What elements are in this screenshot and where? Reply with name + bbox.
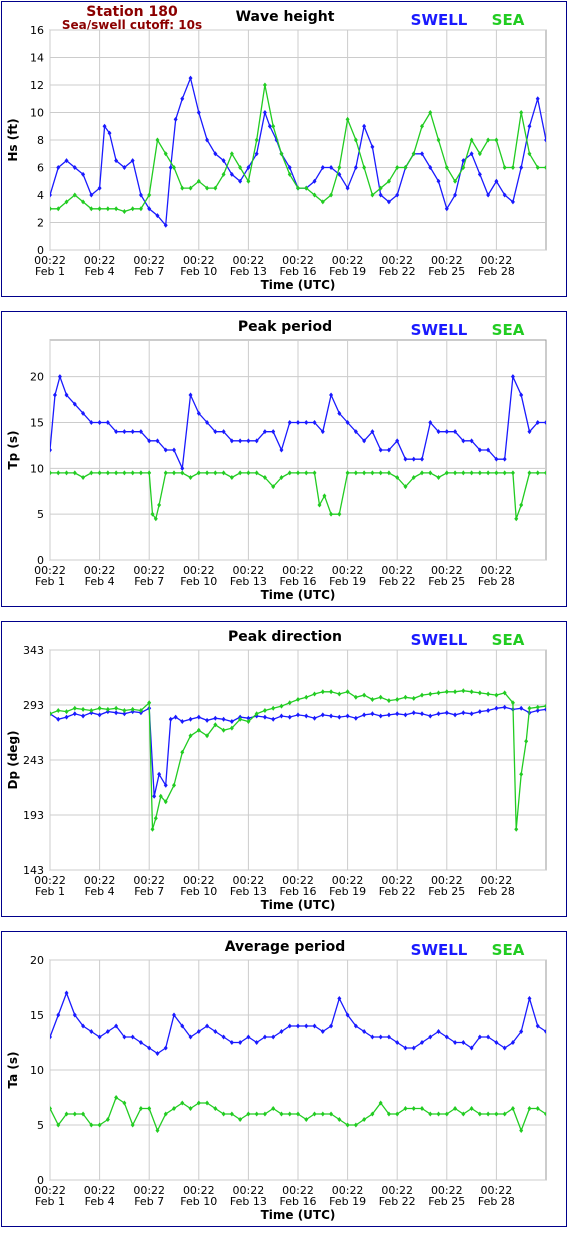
chart-peak-period: 0510152000:22Feb 100:22Feb 400:22Feb 700…: [6, 319, 547, 602]
x-tick-date: Feb 19: [329, 885, 366, 898]
legend-sea: SEA: [492, 941, 525, 959]
y-tick-label: 12: [30, 79, 44, 92]
y-tick-label: 20: [30, 954, 44, 967]
x-tick-date: Feb 28: [478, 885, 515, 898]
y-tick-label: 243: [23, 754, 44, 767]
x-tick-date: Feb 19: [329, 265, 366, 278]
chart-panel-peak-direction: 143 193 243 293 343 00:22 Feb 1 00:22 Feb 4 00:22…: [1, 621, 567, 917]
chart-peak-direction: 14319324329334300:22Feb 100:22Feb 400:22…: [6, 629, 547, 912]
y-tick-label: 343: [23, 644, 44, 657]
x-tick-date: Feb 13: [230, 1195, 267, 1208]
x-tick-date: Feb 28: [478, 265, 515, 278]
x-tick-date: Feb 4: [85, 265, 115, 278]
y-axis-label: Hs (ft): [6, 118, 20, 161]
x-tick-date: Feb 28: [478, 575, 515, 588]
x-tick-date: Feb 28: [478, 1195, 515, 1208]
x-tick-date: Feb 16: [280, 1195, 317, 1208]
x-tick-date: Feb 22: [379, 885, 416, 898]
legend-sea: SEA: [492, 11, 525, 29]
x-tick-date: Feb 13: [230, 265, 267, 278]
x-tick-date: Feb 13: [230, 885, 267, 898]
chart-panel-peak-period: 0 5 10 15 20 00:22 Feb 1 00:22 Feb 4 00:22 Feb 7 00…: [1, 311, 567, 607]
y-axis-label: Ta (s): [6, 1051, 20, 1088]
y-tick-label: 8: [37, 134, 44, 147]
legend-sea: SEA: [492, 631, 525, 649]
x-tick-date: Feb 7: [134, 265, 164, 278]
y-tick-label: 20: [30, 371, 44, 384]
x-tick-date: Feb 7: [134, 1195, 164, 1208]
x-tick-date: Feb 16: [280, 885, 317, 898]
x-tick-date: Feb 4: [85, 885, 115, 898]
x-axis-label: Time (UTC): [261, 1208, 336, 1222]
y-tick-label: 14: [30, 52, 44, 65]
x-tick-date: Feb 19: [329, 575, 366, 588]
x-tick-date: Feb 10: [180, 575, 217, 588]
y-axis-label: Tp (s): [6, 430, 20, 469]
y-tick-label: 10: [30, 107, 44, 120]
chart-panel-wave-height: Station 180 Sea/swell cutoff: 10s 024681…: [1, 1, 567, 297]
y-tick-label: 15: [30, 417, 44, 430]
y-tick-label: 6: [37, 162, 44, 175]
y-tick-label: 193: [23, 809, 44, 822]
x-tick-date: Feb 22: [379, 1195, 416, 1208]
chart-title: Average period: [225, 939, 346, 955]
x-tick-date: Feb 16: [280, 265, 317, 278]
x-tick-date: Feb 19: [329, 1195, 366, 1208]
chart-average-period: 0510152000:22Feb 100:22Feb 400:22Feb 700…: [6, 939, 547, 1222]
x-tick-date: Feb 1: [35, 885, 65, 898]
legend-swell: SWELL: [411, 631, 468, 649]
legend-swell: SWELL: [411, 321, 468, 339]
y-tick-label: 5: [37, 1119, 44, 1132]
chart-title: Peak period: [238, 319, 332, 335]
x-tick-date: Feb 25: [428, 575, 465, 588]
y-tick-label: 10: [30, 1064, 44, 1077]
x-axis-label: Time (UTC): [261, 588, 336, 602]
x-axis-label: Time (UTC): [261, 278, 336, 292]
y-tick-label: 5: [37, 508, 44, 521]
legend-swell: SWELL: [411, 11, 468, 29]
x-tick-date: Feb 10: [180, 265, 217, 278]
y-tick-label: 293: [23, 699, 44, 712]
y-axis-label: Dp (deg): [6, 730, 20, 789]
x-tick-date: Feb 22: [379, 265, 416, 278]
x-tick-date: Feb 10: [180, 1195, 217, 1208]
x-tick-date: Feb 16: [280, 575, 317, 588]
x-tick-date: Feb 1: [35, 575, 65, 588]
x-tick-date: Feb 4: [85, 575, 115, 588]
x-tick-date: Feb 7: [134, 575, 164, 588]
chart-panel-average-period: 0 5 10 15 20 00:22 Feb 1 00:22 Feb 4 00:22 Feb 7 00…: [1, 931, 567, 1227]
legend-sea: SEA: [492, 321, 525, 339]
legend-swell: SWELL: [411, 941, 468, 959]
chart-title: Wave height: [236, 9, 335, 25]
x-tick-date: Feb 25: [428, 1195, 465, 1208]
x-axis-label: Time (UTC): [261, 898, 336, 912]
x-tick-date: Feb 10: [180, 885, 217, 898]
x-tick-date: Feb 4: [85, 1195, 115, 1208]
x-tick-date: Feb 25: [428, 265, 465, 278]
y-tick-label: 2: [37, 217, 44, 230]
y-tick-label: 16: [30, 24, 44, 37]
x-tick-date: Feb 1: [35, 1195, 65, 1208]
y-tick-label: 15: [30, 1009, 44, 1022]
x-tick-date: Feb 1: [35, 265, 65, 278]
chart-title: Peak direction: [228, 629, 342, 645]
x-tick-date: Feb 25: [428, 885, 465, 898]
x-tick-date: Feb 13: [230, 575, 267, 588]
x-tick-date: Feb 7: [134, 885, 164, 898]
y-tick-label: 4: [37, 189, 44, 202]
chart-wave-height: Station 180 Sea/swell cutoff: 10s 024681…: [6, 4, 547, 292]
y-tick-label: 10: [30, 462, 44, 475]
x-tick-date: Feb 22: [379, 575, 416, 588]
